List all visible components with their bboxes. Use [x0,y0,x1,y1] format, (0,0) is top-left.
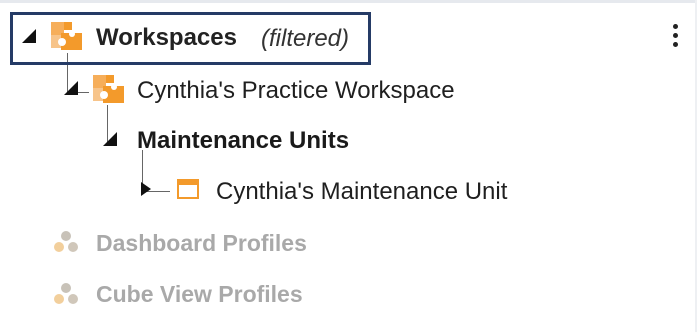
workspace-puzzle-icon [92,73,126,105]
cube-view-profiles-label[interactable]: Cube View Profiles [96,283,303,306]
dashboard-profiles-label[interactable]: Dashboard Profiles [96,232,307,255]
workspaces-label[interactable]: Workspaces [96,26,237,50]
collapse-maintenance-units-toggle[interactable] [103,132,117,146]
practice-workspace-label[interactable]: Cynthia's Practice Workspace [137,79,455,103]
collapse-practice-workspace-toggle[interactable] [64,81,78,95]
vertical-ellipsis-icon[interactable] [668,24,682,48]
top-border [0,0,697,3]
profiles-cluster-icon [51,281,81,307]
profiles-cluster-icon [51,229,81,255]
workspace-puzzle-icon [50,20,84,52]
maintenance-unit-label[interactable]: Cynthia's Maintenance Unit [216,180,507,204]
collapse-workspaces-toggle[interactable] [22,29,36,43]
maintenance-units-label[interactable]: Maintenance Units [137,129,349,153]
filtered-indicator: (filtered) [261,25,350,52]
window-icon [176,177,201,201]
expand-maintenance-unit-toggle[interactable] [141,182,151,196]
